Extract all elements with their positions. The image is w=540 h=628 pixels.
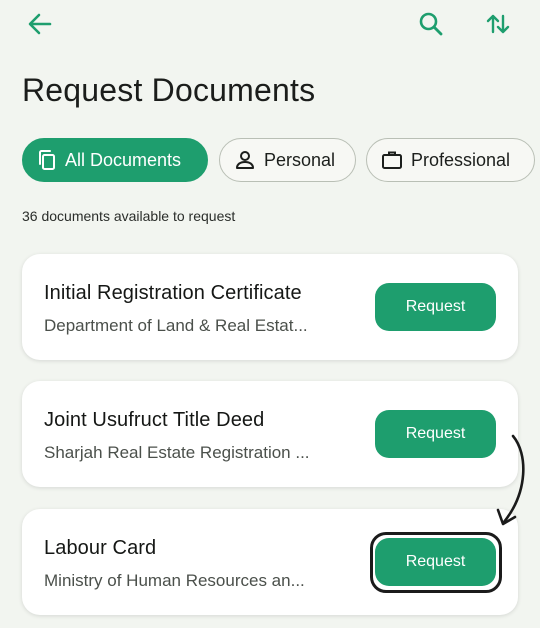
sort-arrows-icon[interactable] [480, 6, 516, 42]
search-icon[interactable] [413, 6, 449, 42]
document-issuer: Sharjah Real Estate Registration ... [44, 443, 310, 462]
chip-label: Personal [264, 149, 336, 170]
highlight-ring [370, 532, 502, 593]
chip-all-documents[interactable]: All Documents [22, 138, 208, 182]
document-issuer: Ministry of Human Resources an... [44, 571, 305, 590]
chip-personal[interactable]: Personal [219, 138, 356, 182]
curved-arrow-icon [496, 434, 525, 526]
person-icon [234, 149, 256, 171]
request-button[interactable]: Request [375, 283, 496, 331]
document-title: Labour Card [44, 537, 157, 559]
arrow-left-icon[interactable] [22, 6, 58, 42]
briefcase-icon [381, 149, 403, 171]
top-app-bar [0, 0, 540, 48]
document-card[interactable]: Initial Registration Certificate Departm… [22, 254, 518, 360]
page-title: Request Documents [22, 72, 316, 108]
documents-count: 36 documents available to request [22, 208, 236, 224]
chip-label: Professional [411, 149, 511, 170]
document-title: Joint Usufruct Title Deed [44, 409, 265, 431]
chip-label: All Documents [65, 149, 182, 170]
document-issuer: Department of Land & Real Estat... [44, 316, 308, 335]
document-card[interactable]: Joint Usufruct Title Deed Sharjah Real E… [22, 381, 518, 487]
chip-professional[interactable]: Professional [366, 138, 535, 182]
request-button[interactable]: Request [375, 410, 496, 458]
documents-icon [37, 149, 57, 171]
document-title: Initial Registration Certificate [44, 282, 302, 304]
